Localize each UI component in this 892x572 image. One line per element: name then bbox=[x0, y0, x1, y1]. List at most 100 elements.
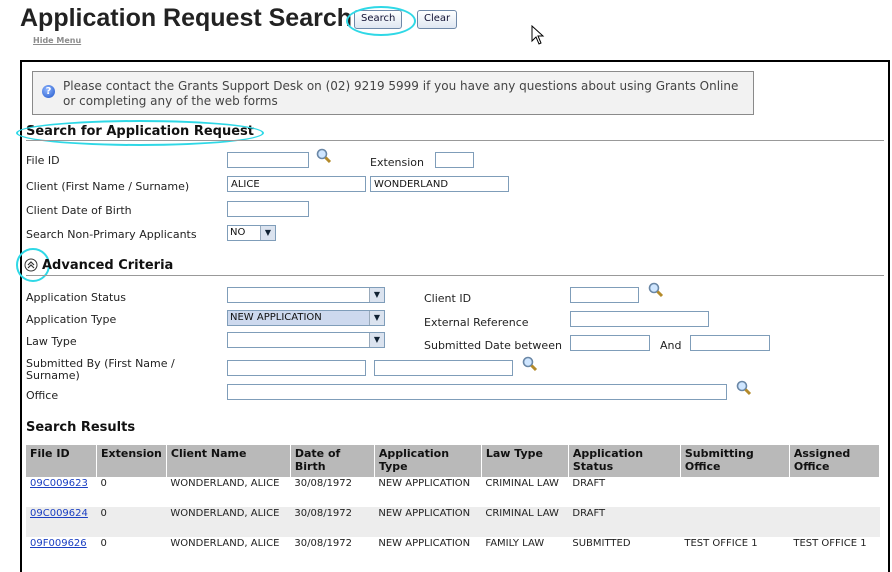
table-row: 09C009624 0 WONDERLAND, ALICE 30/08/1972… bbox=[26, 507, 880, 537]
extension-cell: 0 bbox=[100, 538, 107, 549]
column-header[interactable]: Date of Birth bbox=[290, 445, 375, 477]
file-id-label: File ID bbox=[26, 154, 60, 167]
client-cell: WONDERLAND, ALICE bbox=[170, 538, 280, 549]
type-cell: NEW APPLICATION bbox=[378, 478, 471, 489]
date-between-label: Submitted Date between bbox=[424, 339, 562, 352]
extension-label: Extension bbox=[370, 156, 425, 169]
column-header[interactable]: Client Name bbox=[166, 445, 291, 477]
status-cell: SUBMITTED bbox=[572, 538, 631, 549]
law-type-select[interactable]: ▼ bbox=[227, 332, 385, 348]
pointer-cursor-icon bbox=[531, 25, 545, 45]
page-title: Application Request Search bbox=[20, 4, 353, 32]
first-name-input[interactable]: ALICE bbox=[227, 176, 366, 192]
file-id-cell: 09C009624 bbox=[26, 507, 97, 537]
extension-cell: 0 bbox=[96, 507, 167, 537]
results-table: File ID Extension Client Name Date of Bi… bbox=[26, 445, 881, 567]
type-cell: NEW APPLICATION bbox=[378, 538, 471, 549]
dob-label: Client Date of Birth bbox=[26, 204, 132, 217]
table-row: 09F009626 0 WONDERLAND, ALICE 30/08/1972… bbox=[26, 537, 880, 567]
law-type-label: Law Type bbox=[26, 335, 77, 348]
client-id-input[interactable] bbox=[570, 287, 639, 303]
and-label: And bbox=[660, 339, 682, 352]
status-cell: DRAFT bbox=[572, 478, 606, 489]
dob-cell: 30/08/1972 bbox=[294, 478, 353, 489]
file-id-link[interactable]: 09F009626 bbox=[30, 538, 87, 549]
law-cell: CRIMINAL LAW bbox=[485, 478, 559, 489]
law-cell: FAMILY LAW bbox=[485, 538, 545, 549]
submitted-surname-input[interactable] bbox=[374, 360, 513, 376]
table-header-row: File ID Extension Client Name Date of Bi… bbox=[26, 445, 881, 477]
file-id-cell: 09C009623 bbox=[26, 477, 97, 507]
file-id-input[interactable] bbox=[227, 152, 309, 168]
info-text: Please contact the Grants Support Desk o… bbox=[63, 79, 739, 108]
client-cell: WONDERLAND, ALICE bbox=[170, 478, 280, 489]
info-box: ? Please contact the Grants Support Desk… bbox=[32, 71, 754, 115]
column-header[interactable]: Application Type bbox=[374, 445, 482, 477]
search-section-heading: Search for Application Request bbox=[26, 124, 254, 139]
surname-input[interactable]: WONDERLAND bbox=[370, 176, 509, 192]
magnifier-icon[interactable] bbox=[736, 380, 752, 396]
chevron-down-icon: ▼ bbox=[260, 226, 275, 240]
file-id-link[interactable]: 09C009624 bbox=[30, 508, 88, 519]
type-value: NEW APPLICATION bbox=[230, 312, 322, 323]
column-header[interactable]: Extension bbox=[96, 445, 167, 477]
assigned-cell bbox=[789, 477, 879, 507]
client-name-label: Client (First Name / Surname) bbox=[26, 180, 190, 193]
status-cell: DRAFT bbox=[568, 507, 681, 537]
assigned-cell: TEST OFFICE 1 bbox=[793, 538, 867, 549]
type-cell: NEW APPLICATION bbox=[374, 507, 482, 537]
search-button[interactable]: Search bbox=[354, 10, 403, 29]
submitting-cell: TEST OFFICE 1 bbox=[684, 538, 758, 549]
submitting-cell bbox=[680, 507, 790, 537]
chevron-down-icon: ▼ bbox=[369, 311, 384, 325]
file-id-cell: 09F009626 bbox=[26, 537, 97, 567]
column-header[interactable]: Law Type bbox=[481, 445, 569, 477]
magnifier-icon[interactable] bbox=[522, 356, 538, 372]
dob-input[interactable] bbox=[227, 201, 309, 217]
page-header: Application Request Search Hide Menu Sea… bbox=[0, 0, 892, 56]
file-id-link[interactable]: 09C009623 bbox=[30, 478, 88, 489]
column-header[interactable]: File ID bbox=[26, 445, 97, 477]
assigned-cell bbox=[789, 507, 880, 537]
column-header[interactable]: Assigned Office bbox=[789, 445, 881, 477]
dob-cell: 30/08/1972 bbox=[294, 538, 353, 549]
date-from-input[interactable] bbox=[570, 335, 650, 351]
non-primary-select[interactable]: NO ▼ bbox=[227, 225, 276, 241]
hide-menu-link[interactable]: Hide Menu bbox=[33, 36, 81, 45]
law-cell: CRIMINAL LAW bbox=[481, 507, 569, 537]
submitted-first-input[interactable] bbox=[227, 360, 366, 376]
table-row: 09C009623 0 WONDERLAND, ALICE 30/08/1972… bbox=[26, 477, 880, 507]
non-primary-label: Search Non-Primary Applicants bbox=[26, 228, 197, 241]
chevron-down-icon: ▼ bbox=[369, 333, 384, 347]
extension-cell: 0 bbox=[100, 478, 107, 489]
submitted-by-label: Submitted By (First Name / Surname) bbox=[26, 357, 175, 382]
chevron-down-icon: ▼ bbox=[369, 288, 384, 302]
date-to-input[interactable] bbox=[690, 335, 770, 351]
advanced-heading: Advanced Criteria bbox=[42, 258, 174, 273]
collapse-icon[interactable] bbox=[24, 258, 38, 272]
office-input[interactable] bbox=[227, 384, 727, 400]
magnifier-icon[interactable] bbox=[316, 148, 332, 164]
status-select[interactable]: ▼ bbox=[227, 287, 385, 303]
info-icon: ? bbox=[42, 85, 55, 98]
client-cell: WONDERLAND, ALICE bbox=[166, 507, 291, 537]
submitting-cell bbox=[680, 477, 789, 507]
results-heading: Search Results bbox=[26, 420, 136, 435]
magnifier-icon[interactable] bbox=[648, 282, 664, 298]
divider bbox=[26, 275, 884, 276]
type-select[interactable]: NEW APPLICATION ▼ bbox=[227, 310, 385, 326]
ext-ref-label: External Reference bbox=[424, 316, 529, 329]
client-id-label: Client ID bbox=[424, 292, 472, 305]
column-header[interactable]: Application Status bbox=[568, 445, 681, 477]
non-primary-value: NO bbox=[230, 227, 246, 238]
column-header[interactable]: Submitting Office bbox=[680, 445, 790, 477]
office-label: Office bbox=[26, 389, 59, 402]
search-panel: ? Please contact the Grants Support Desk… bbox=[16, 60, 890, 572]
extension-input[interactable] bbox=[435, 152, 474, 168]
ext-ref-input[interactable] bbox=[570, 311, 709, 327]
dob-cell: 30/08/1972 bbox=[290, 507, 375, 537]
clear-button[interactable]: Clear bbox=[417, 10, 458, 29]
type-label: Application Type bbox=[26, 313, 117, 326]
divider bbox=[26, 140, 884, 141]
status-label: Application Status bbox=[26, 291, 127, 304]
